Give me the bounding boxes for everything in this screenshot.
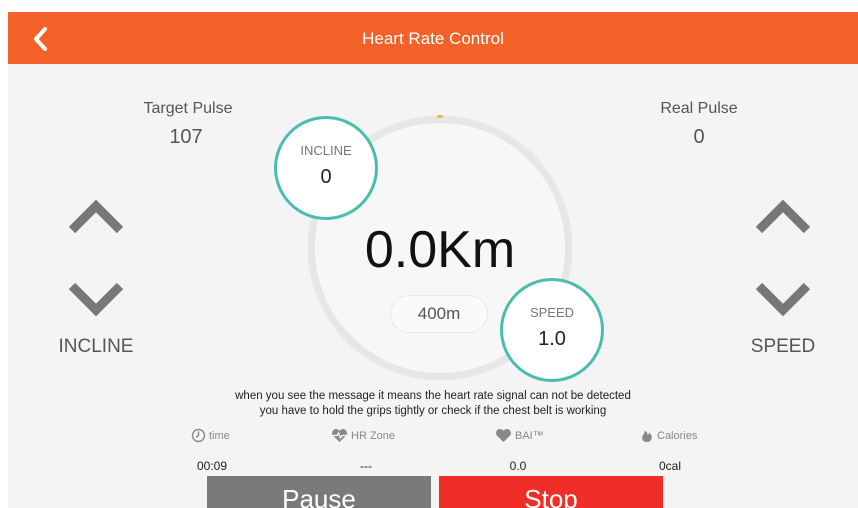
speed-display: SPEED 1.0 <box>500 278 604 382</box>
speed-display-label: SPEED <box>529 305 575 320</box>
heart-pulse-icon <box>332 429 347 442</box>
hr-zone-value: --- <box>360 459 372 473</box>
target-pulse-label: Target Pulse <box>143 100 233 117</box>
pause-button[interactable]: Pause <box>207 476 431 508</box>
bai-stat-label: BAI™ <box>495 428 544 443</box>
time-label: time <box>209 429 230 442</box>
target-pulse-value: 107 <box>169 126 203 148</box>
distance-value: 0.0Km <box>364 221 516 279</box>
speed-down-button[interactable] <box>753 278 813 318</box>
incline-control-label: INCLINE <box>58 336 134 357</box>
hr-zone-label: HR Zone <box>351 429 396 442</box>
bai-value: 0.0 <box>509 459 527 473</box>
incline-display-value: 0 <box>320 166 332 188</box>
page-title: Heart Rate Control <box>362 29 504 48</box>
real-pulse-label: Real Pulse <box>660 100 738 117</box>
app-screen: Heart Rate Control Target Pulse 107 Real… <box>8 12 858 508</box>
incline-up-button[interactable] <box>66 198 126 238</box>
calories-label: Calories <box>657 429 698 442</box>
lap-distance-badge: 400m <box>390 295 488 333</box>
incline-display-label: INCLINE <box>300 143 352 158</box>
real-pulse-value: 0 <box>693 126 705 148</box>
time-value: 00:09 <box>196 459 228 473</box>
heart-icon <box>496 429 511 442</box>
hr-zone-stat-label: HR Zone <box>331 428 395 443</box>
chevron-up-icon <box>68 199 124 234</box>
hr-warning-line-2: you have to hold the grips tightly or ch… <box>259 405 607 417</box>
speed-control-label: SPEED <box>750 336 816 357</box>
incline-display: INCLINE 0 <box>274 116 378 220</box>
speed-up-button[interactable] <box>753 198 813 238</box>
bai-label: BAI™ <box>515 429 544 442</box>
hr-warning-line-1: when you see the message it means the he… <box>235 390 631 402</box>
time-stat-label: time <box>191 428 230 443</box>
dial-marker <box>437 115 443 118</box>
clock-icon <box>191 428 206 443</box>
header-bar: Heart Rate Control <box>8 12 858 64</box>
chevron-up-icon <box>755 199 811 234</box>
flame-icon <box>642 430 652 442</box>
calories-value: 0cal <box>658 459 681 473</box>
speed-display-value: 1.0 <box>538 328 566 350</box>
stop-button[interactable]: Stop <box>439 476 663 508</box>
chevron-down-icon <box>68 282 124 317</box>
incline-down-button[interactable] <box>66 278 126 318</box>
chevron-down-icon <box>755 282 811 317</box>
calories-stat-label: Calories <box>640 428 697 443</box>
